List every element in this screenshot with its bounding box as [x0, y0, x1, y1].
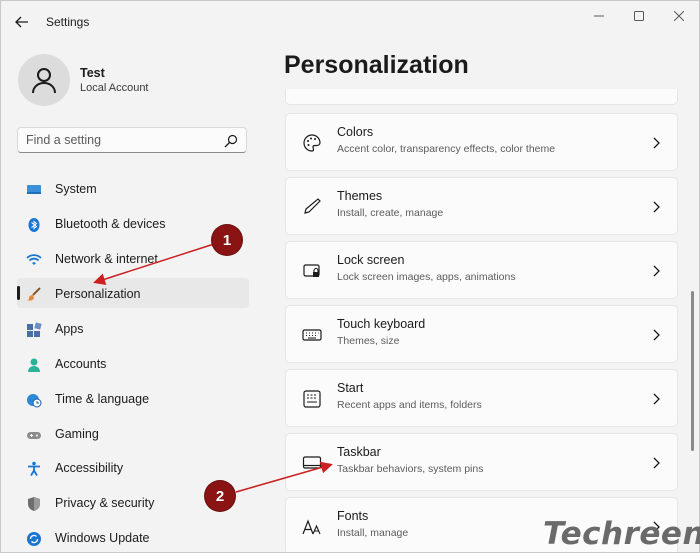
user-name: Test: [80, 66, 105, 80]
card-touch-keyboard[interactable]: Touch keyboard Themes, size: [285, 305, 678, 363]
card-colors[interactable]: Colors Accent color, transparency effect…: [285, 113, 678, 171]
card-subtitle: Recent apps and items, folders: [337, 399, 482, 411]
search-icon: [224, 134, 238, 148]
account-type: Local Account: [80, 82, 149, 94]
pen-icon: [304, 198, 321, 214]
wifi-icon: [26, 254, 42, 265]
globe-clock-icon: [27, 394, 42, 408]
minimize-icon: [594, 15, 604, 17]
sidebar-item-system[interactable]: System: [17, 175, 249, 205]
sidebar-item-gaming[interactable]: Gaming: [17, 420, 249, 450]
sidebar-item-personalization[interactable]: Personalization: [17, 278, 249, 308]
chevron-right-icon: [653, 329, 660, 341]
app-title: Settings: [46, 15, 90, 29]
sidebar-item-label: System: [55, 182, 97, 196]
card-subtitle: Accent color, transparency effects, colo…: [337, 143, 556, 155]
update-icon: [27, 532, 41, 546]
card-title: Taskbar: [337, 445, 381, 459]
page-title: Personalization: [284, 51, 469, 79]
lock-screen-icon: [303, 264, 320, 277]
card-partial: [285, 89, 678, 105]
bluetooth-icon: [28, 218, 40, 232]
scrollbar-thumb[interactable]: [691, 291, 694, 451]
maximize-button[interactable]: [621, 5, 657, 27]
sidebar-item-label: Network & internet: [55, 252, 158, 266]
annotation-marker-2: 2: [205, 481, 235, 511]
avatar[interactable]: [18, 54, 70, 106]
sidebar-item-label: Apps: [55, 322, 84, 336]
watermark-logo: Techreen: [543, 516, 700, 552]
card-subtitle: Install, manage: [337, 527, 409, 539]
card-title: Themes: [337, 189, 383, 203]
sidebar-item-label: Accessibility: [55, 461, 124, 475]
person-icon: [32, 68, 56, 94]
card-taskbar[interactable]: Taskbar Taskbar behaviors, system pins: [285, 433, 678, 491]
sidebar-item-apps[interactable]: Apps: [17, 315, 249, 345]
card-subtitle: Taskbar behaviors, system pins: [337, 463, 484, 475]
close-button[interactable]: [661, 5, 697, 27]
annotation-marker-1: 1: [212, 225, 242, 255]
sidebar-item-label: Personalization: [55, 287, 141, 301]
sidebar-item-label: Gaming: [55, 427, 99, 441]
chevron-right-icon: [653, 201, 660, 213]
close-icon: [674, 11, 684, 21]
accessibility-icon: [28, 461, 40, 476]
brush-icon: [27, 287, 41, 301]
sidebar-item-accounts[interactable]: Accounts: [17, 350, 249, 380]
card-subtitle: Themes, size: [337, 335, 400, 347]
chevron-right-icon: [653, 393, 660, 405]
chevron-right-icon: [653, 457, 660, 469]
fonts-icon: [302, 519, 321, 535]
maximize-icon: [634, 11, 644, 21]
sidebar-item-label: Time & language: [55, 392, 150, 406]
minimize-button[interactable]: [581, 5, 617, 27]
sidebar-item-accessibility[interactable]: Accessibility: [17, 454, 249, 484]
card-title: Touch keyboard: [337, 317, 426, 331]
palette-icon: [303, 134, 321, 152]
sidebar-item-label: Privacy & security: [55, 496, 155, 510]
monitor-icon: [27, 185, 41, 194]
card-themes[interactable]: Themes Install, create, manage: [285, 177, 678, 235]
card-title: Colors: [337, 125, 374, 139]
keyboard-icon: [302, 329, 322, 341]
sidebar-item-label: Windows Update: [55, 531, 150, 545]
title-bar: Settings: [1, 1, 699, 43]
settings-window: Settings Test Local Account Find a setti…: [0, 0, 700, 553]
sidebar-item-network[interactable]: Network & internet: [17, 245, 249, 275]
card-subtitle: Lock screen images, apps, animations: [337, 271, 516, 283]
search-placeholder: Find a setting: [26, 133, 102, 147]
card-subtitle: Install, create, manage: [337, 207, 444, 219]
back-arrow-icon: [15, 16, 28, 28]
gamepad-icon: [27, 432, 41, 439]
search-input[interactable]: Find a setting: [17, 127, 247, 153]
card-title: Fonts: [337, 509, 369, 523]
chevron-right-icon: [653, 265, 660, 277]
card-lock-screen[interactable]: Lock screen Lock screen images, apps, an…: [285, 241, 678, 299]
start-icon: [303, 390, 321, 408]
card-start[interactable]: Start Recent apps and items, folders: [285, 369, 678, 427]
sidebar-item-time-language[interactable]: Time & language: [17, 385, 249, 415]
selection-indicator: [17, 286, 20, 300]
back-button[interactable]: [11, 11, 33, 33]
shield-icon: [28, 497, 40, 511]
sidebar-item-label: Bluetooth & devices: [55, 217, 166, 231]
card-title: Lock screen: [337, 253, 405, 267]
apps-icon: [27, 322, 42, 337]
person-icon: [28, 358, 40, 372]
sidebar-item-label: Accounts: [55, 357, 107, 371]
taskbar-icon: [302, 456, 322, 469]
sidebar-item-windows-update[interactable]: Windows Update: [17, 524, 249, 552]
card-title: Start: [337, 381, 364, 395]
chevron-right-icon: [653, 137, 660, 149]
